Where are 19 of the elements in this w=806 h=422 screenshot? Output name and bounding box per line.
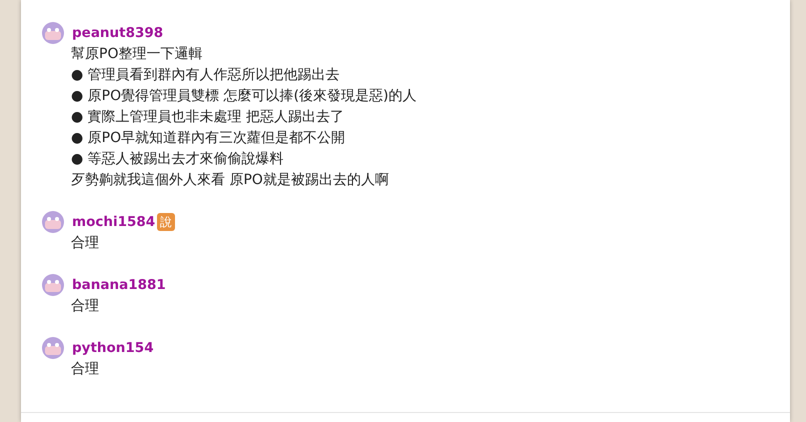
avatar-icon	[42, 337, 64, 359]
comment-line: ● 原PO早就知道群內有三次蘿但是都不公開	[71, 129, 346, 148]
author-badge: 說	[157, 213, 176, 231]
comment-line: ● 實際上管理員也非未處理 把惡人踢出去了	[71, 108, 346, 127]
comment-line: 合理	[71, 360, 100, 379]
comment-line: ● 等惡人被踢出去才來偷偷說爆料	[71, 150, 285, 169]
comment-line: 幫原PO整理一下邏輯	[71, 45, 204, 64]
username[interactable]: mochi1584	[72, 211, 156, 233]
username[interactable]: banana1881	[72, 274, 166, 296]
comment-line: ● 管理員看到群內有人作惡所以把他踢出去	[71, 66, 341, 85]
comment-line: 歹勢齁就我這個外人來看 原PO就是被踢出去的人啊	[71, 171, 390, 190]
avatar-icon	[42, 274, 64, 296]
comment-line: ● 原PO覺得管理員雙標 怎麼可以捧(後來發現是惡)的人	[71, 87, 418, 106]
username[interactable]: python154	[72, 337, 154, 359]
avatar-icon	[42, 211, 64, 233]
username[interactable]: peanut8398	[72, 22, 164, 44]
comment-line: 合理	[71, 234, 100, 253]
comment-line: 合理	[71, 297, 100, 316]
avatar-icon	[42, 22, 64, 44]
